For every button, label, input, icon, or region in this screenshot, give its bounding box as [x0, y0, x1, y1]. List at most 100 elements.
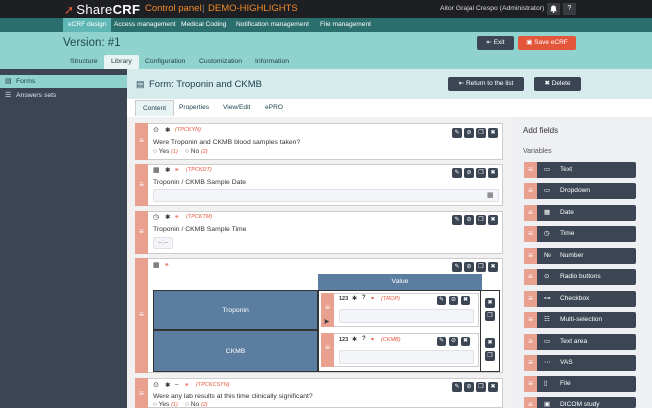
edit-icon[interactable]: ✎	[452, 128, 462, 138]
variable-code: (TPCKTM)	[186, 214, 213, 220]
tab-customization[interactable]: Customization	[192, 55, 249, 69]
copy-icon[interactable]: ❐	[476, 168, 486, 178]
field-radio-buttons[interactable]: ≡ ⊙ Radio buttons	[524, 269, 636, 285]
drag-icon: ≡	[524, 162, 537, 178]
field-date[interactable]: ≡ ▦ Date	[524, 205, 636, 221]
copy-icon[interactable]: ❐	[476, 262, 486, 272]
nav-notification-management[interactable]: Notification management	[231, 18, 314, 32]
field-label: Multi-selection	[560, 316, 603, 323]
drag-icon: ≡	[524, 205, 537, 221]
drag-handle[interactable]: ≡	[135, 211, 148, 254]
drag-handle[interactable]: ≡	[135, 378, 148, 408]
drag-handle[interactable]: ≡	[321, 333, 334, 367]
close-icon[interactable]: ✖	[485, 298, 495, 308]
close-icon[interactable]: ✖	[461, 296, 470, 305]
copy-icon[interactable]: ❐	[476, 382, 486, 392]
drag-handle[interactable]: ≡	[135, 123, 148, 160]
edit-icon[interactable]: ✎	[452, 168, 462, 178]
radio-yes[interactable]: ○ Yes (1)	[153, 148, 178, 155]
field-number[interactable]: ≡ № Number	[524, 248, 636, 264]
field-dicom-study[interactable]: ≡ ▣ DICOM study	[524, 397, 636, 409]
disable-icon[interactable]: ⊘	[464, 382, 474, 392]
slider-icon: ⋯	[544, 359, 551, 366]
radio-yes[interactable]: ○ Yes (1)	[153, 401, 178, 408]
disable-icon[interactable]: ⊘	[449, 337, 458, 346]
tab-properties[interactable]: Properties	[172, 100, 216, 116]
edit-icon[interactable]: ✎	[452, 382, 462, 392]
disable-icon[interactable]: ⊘	[449, 296, 458, 305]
nav-medical-coding[interactable]: Medical Coding	[176, 18, 231, 32]
edit-icon[interactable]: ✎	[452, 215, 462, 225]
edit-icon[interactable]: ✎	[437, 296, 446, 305]
field-text[interactable]: ≡ ▭ Text	[524, 162, 636, 178]
link-icon: ⚭	[370, 337, 376, 343]
tab-structure[interactable]: Structure	[63, 55, 105, 69]
save-ecrf-button[interactable]: ▣ Save eCRF	[518, 36, 576, 50]
close-icon[interactable]: ✖	[485, 338, 495, 348]
tab-library[interactable]: Library	[104, 55, 139, 69]
nav-ecrf-design[interactable]: eCRF design	[63, 18, 112, 32]
copy-icon[interactable]: ❐	[485, 351, 495, 361]
logo-text: Share	[76, 2, 113, 17]
tab-configuration[interactable]: Configuration	[138, 55, 192, 69]
edit-icon[interactable]: ✎	[437, 337, 446, 346]
field-dropdown[interactable]: ≡ ▭ Dropdown	[524, 183, 636, 199]
help-button[interactable]: ?	[563, 3, 576, 15]
ckmb-value-input[interactable]	[339, 350, 474, 364]
field-multi-selection[interactable]: ≡ ☷ Multi-selection	[524, 312, 636, 328]
drag-icon: ≡	[524, 355, 537, 371]
nav-access-management[interactable]: Access management	[109, 18, 181, 32]
delete-button[interactable]: ✖ Delete	[534, 77, 581, 91]
close-icon[interactable]: ✖	[488, 168, 498, 178]
link-icon: ⚭	[174, 214, 180, 221]
close-icon[interactable]: ✖	[488, 262, 498, 272]
radio-no[interactable]: ○ No (2)	[185, 148, 208, 155]
bell-icon[interactable]	[547, 3, 560, 15]
app-logo[interactable]: ➚ Share CRF	[64, 2, 140, 17]
return-to-list-button[interactable]: ⇤ Return to the list	[448, 77, 524, 91]
date-input[interactable]	[153, 189, 499, 202]
field-label: DICOM study	[560, 401, 600, 408]
copy-icon[interactable]: ❐	[485, 311, 495, 321]
disable-icon[interactable]: ⊘	[464, 262, 474, 272]
copy-icon[interactable]: ❐	[476, 215, 486, 225]
close-icon[interactable]: ✖	[488, 215, 498, 225]
variable-code: (TPCKYN)	[175, 127, 201, 133]
troponin-value-input[interactable]	[339, 309, 474, 323]
close-icon[interactable]: ✖	[488, 382, 498, 392]
radio-no[interactable]: ○ No (2)	[185, 401, 208, 408]
radio-yes-circle: ○	[153, 401, 157, 408]
field-time[interactable]: ≡ ◷ Time	[524, 226, 636, 242]
field-text-area[interactable]: ≡ ▭ Text area	[524, 334, 636, 350]
time-input[interactable]: --:--	[153, 237, 173, 249]
add-fields-title: Add fields	[523, 126, 559, 135]
radio-no-circle: ○	[185, 401, 189, 408]
copy-icon[interactable]: ❐	[476, 128, 486, 138]
disable-icon[interactable]: ⊘	[464, 128, 474, 138]
calendar-icon[interactable]: ▦	[487, 191, 494, 199]
drag-handle[interactable]: ≡	[135, 258, 148, 373]
edit-icon[interactable]: ✎	[452, 262, 462, 272]
drag-handle[interactable]: ≡	[135, 164, 148, 206]
field-file[interactable]: ≡ ▯ File	[524, 376, 636, 392]
user-name[interactable]: Aitor Grajal Crespo (Administrator)	[440, 5, 544, 12]
close-icon[interactable]: ✖	[461, 337, 470, 346]
disable-icon[interactable]: ⊘	[464, 168, 474, 178]
exit-button[interactable]: ⇤ Exit	[477, 36, 514, 50]
sidebar-item-answers-sets[interactable]: ☰ Answers sets	[0, 89, 127, 102]
close-icon[interactable]: ✖	[488, 128, 498, 138]
exit-label: Exit	[493, 39, 505, 46]
nav-file-management[interactable]: File management	[315, 18, 376, 32]
tab-information[interactable]: Information	[248, 55, 296, 69]
file-icon: ▤	[5, 78, 12, 85]
calendar-type-icon: ▦	[153, 167, 160, 174]
tab-epro[interactable]: ePRO	[258, 100, 290, 116]
tab-content[interactable]: Content	[135, 100, 175, 116]
disable-icon[interactable]: ⊘	[464, 215, 474, 225]
sidebar-item-forms[interactable]: ▤ Forms	[0, 75, 127, 88]
option-label: Yes	[158, 148, 170, 155]
bug-icon: ✱	[352, 296, 358, 302]
field-checkbox[interactable]: ≡ ⊶ Checkbox	[524, 291, 636, 307]
field-vas[interactable]: ≡ ⋯ VAS	[524, 355, 636, 371]
tab-view-edit[interactable]: View/Edit	[216, 100, 257, 116]
